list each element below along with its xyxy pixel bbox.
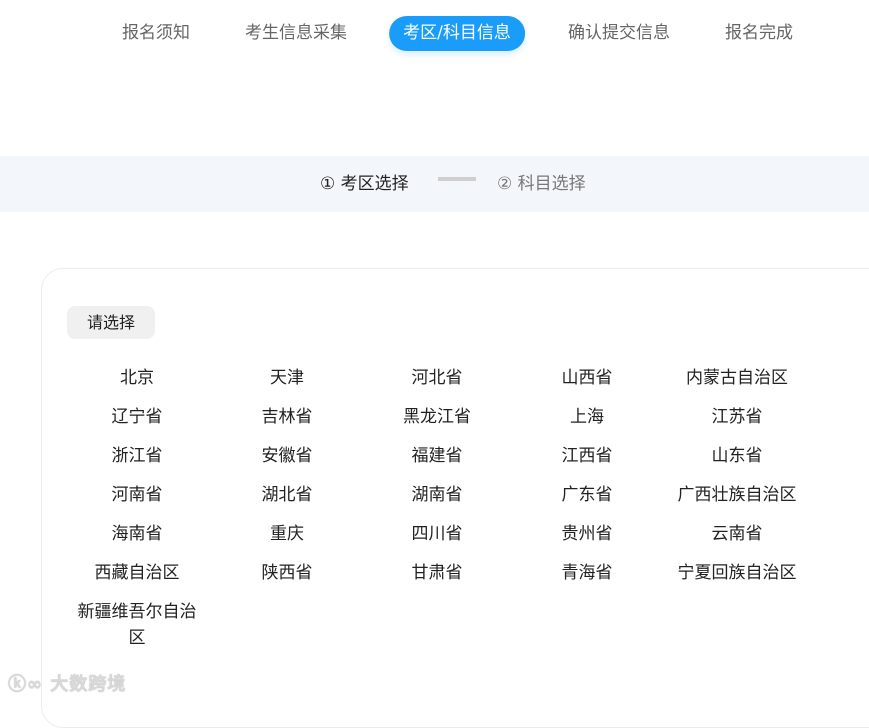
region-option[interactable]: 贵州省 xyxy=(512,521,662,547)
region-option[interactable]: 新疆维吾尔自治区 xyxy=(62,599,212,651)
region-option[interactable]: 江西省 xyxy=(512,443,662,469)
tab-registration-notice[interactable]: 报名须知 xyxy=(122,16,190,51)
region-option[interactable]: 浙江省 xyxy=(62,443,212,469)
region-grid: 北京 天津 河北省 山西省 内蒙古自治区辽宁省 吉林省 黑龙江省 上海 江苏省浙江省 安徽省 福建省… xyxy=(62,365,812,651)
region-option[interactable]: 北京 xyxy=(62,365,212,391)
region-option[interactable]: 海南省 xyxy=(62,521,212,547)
watermark: ⓚ∞ 大数跨境 xyxy=(8,674,127,695)
region-option[interactable]: 辽宁省 xyxy=(62,404,212,430)
registration-steps-tabs: 报名须知 考生信息采集 考区/科目信息 确认提交信息 报名完成 xyxy=(0,16,869,51)
region-option[interactable]: 河北省 xyxy=(362,365,512,391)
region-option[interactable]: 黑龙江省 xyxy=(362,404,512,430)
step-exam-area[interactable]: ① 考区选择 xyxy=(320,156,409,212)
tab-candidate-info[interactable]: 考生信息采集 xyxy=(245,16,347,51)
region-option[interactable]: 重庆 xyxy=(212,521,362,547)
region-option[interactable]: 福建省 xyxy=(362,443,512,469)
region-option[interactable]: 吉林省 xyxy=(212,404,362,430)
region-option[interactable]: 江苏省 xyxy=(662,404,812,430)
region-option[interactable]: 广东省 xyxy=(512,482,662,508)
region-option[interactable]: 河南省 xyxy=(62,482,212,508)
region-option[interactable]: 青海省 xyxy=(512,560,662,586)
step-divider xyxy=(438,177,476,181)
please-select-button[interactable]: 请选择 xyxy=(67,306,155,339)
region-option[interactable]: 陕西省 xyxy=(212,560,362,586)
region-option[interactable]: 甘肃省 xyxy=(362,560,512,586)
region-option[interactable]: 湖北省 xyxy=(212,482,362,508)
region-option[interactable]: 天津 xyxy=(212,365,362,391)
sub-step-bar: ① 考区选择 ② 科目选择 xyxy=(0,156,869,212)
region-option[interactable]: 广西壮族自治区 xyxy=(662,482,812,508)
region-option[interactable]: 云南省 xyxy=(662,521,812,547)
region-option[interactable]: 山西省 xyxy=(512,365,662,391)
region-option[interactable]: 宁夏回族自治区 xyxy=(662,560,812,586)
tab-confirm-submit[interactable]: 确认提交信息 xyxy=(568,16,670,51)
region-option[interactable]: 上海 xyxy=(512,404,662,430)
step-subject[interactable]: ② 科目选择 xyxy=(497,156,586,212)
region-option[interactable]: 山东省 xyxy=(662,443,812,469)
region-option[interactable]: 湖南省 xyxy=(362,482,512,508)
region-option[interactable]: 内蒙古自治区 xyxy=(662,365,812,391)
region-option[interactable]: 安徽省 xyxy=(212,443,362,469)
region-option[interactable]: 西藏自治区 xyxy=(62,560,212,586)
region-option[interactable]: 四川省 xyxy=(362,521,512,547)
tab-registration-complete[interactable]: 报名完成 xyxy=(725,16,793,51)
tab-exam-area-subject[interactable]: 考区/科目信息 xyxy=(389,16,525,51)
